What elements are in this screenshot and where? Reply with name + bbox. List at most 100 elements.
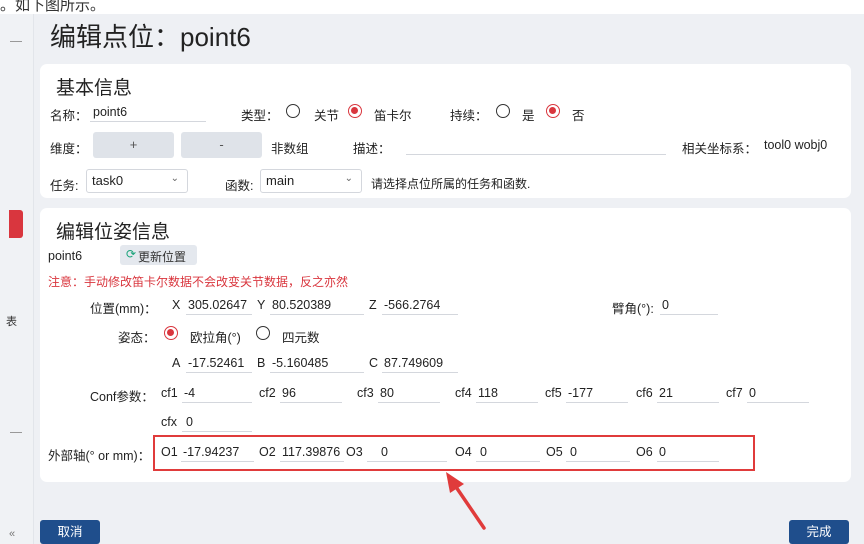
- y-label: Y: [257, 298, 266, 312]
- cf3-label: cf3: [357, 386, 374, 400]
- cf2-value: 96: [282, 386, 296, 400]
- cancel-button[interactable]: 取消: [40, 520, 100, 544]
- cf4-label: cf4: [455, 386, 472, 400]
- x-label: X: [172, 298, 181, 312]
- b-label: B: [257, 356, 266, 370]
- z-input[interactable]: -566.2764: [382, 294, 458, 315]
- function-select[interactable]: main ⌄: [260, 169, 362, 193]
- c-value: 87.749609: [384, 356, 444, 370]
- attitude-quaternion-radio[interactable]: [256, 326, 270, 340]
- done-button[interactable]: 完成: [789, 520, 849, 544]
- annotation-highlight-box: [153, 435, 755, 471]
- type-cartesian-radio[interactable]: [348, 104, 362, 118]
- continuous-no-label: 否: [572, 109, 585, 123]
- x-value: 305.02647: [188, 298, 248, 312]
- name-value: point6: [93, 105, 128, 119]
- a-value: -17.52461: [188, 356, 245, 370]
- cf6-input[interactable]: 21: [657, 382, 719, 403]
- c-label: C: [369, 356, 379, 370]
- cf3-value: 80: [380, 386, 394, 400]
- refresh-icon: ⟳: [126, 247, 137, 261]
- warning-text: 注意：手动修改笛卡尔数据不会改变关节数据，反之亦然: [48, 275, 349, 289]
- a-label: A: [172, 356, 181, 370]
- continuous-yes-radio[interactable]: [496, 104, 510, 118]
- function-select-value: main: [266, 173, 295, 188]
- attitude-euler-label: 欧拉角(°): [190, 331, 241, 345]
- cf6-label: cf6: [636, 386, 653, 400]
- cf7-input[interactable]: 0: [747, 382, 809, 403]
- attitude-euler-radio[interactable]: [164, 326, 178, 340]
- sidebar-divider: [10, 41, 22, 42]
- z-value: -566.2764: [384, 298, 441, 312]
- type-joint-label: 关节: [314, 109, 340, 123]
- position-label: 位置(mm)：: [90, 302, 157, 316]
- cf7-value: 0: [749, 386, 756, 400]
- z-label: Z: [369, 298, 377, 312]
- sidebar-active-indicator[interactable]: [9, 210, 23, 238]
- task-select[interactable]: task0 ⌄: [86, 169, 188, 193]
- y-value: 80.520389: [272, 298, 332, 312]
- document-text-fragment: 。如下图所示。: [0, 0, 106, 14]
- dimension-label: 维度：: [50, 142, 88, 156]
- description-label: 描述：: [353, 142, 391, 156]
- sidebar-item-label[interactable]: 表: [6, 313, 17, 329]
- cfx-label: cfx: [161, 415, 177, 429]
- cf2-input[interactable]: 96: [280, 382, 342, 403]
- annotation-arrow-icon: [446, 472, 486, 530]
- update-position-label: 更新位置: [138, 250, 187, 264]
- chevron-down-icon: ⌄: [344, 173, 353, 184]
- arm-angle-label: 臂角(°):: [612, 302, 654, 316]
- continuous-label: 持续：: [450, 109, 488, 123]
- y-input[interactable]: 80.520389: [270, 294, 364, 315]
- basic-info-title: 基本信息: [56, 78, 133, 99]
- continuous-yes-label: 是: [522, 109, 535, 123]
- cf3-input[interactable]: 80: [378, 382, 440, 403]
- description-input[interactable]: [406, 134, 666, 155]
- task-hint: 请选择点位所属的任务和函数.: [371, 177, 531, 191]
- cf2-label: cf2: [259, 386, 276, 400]
- sidebar-divider: [10, 432, 22, 433]
- coords-value: tool0 wobj0: [764, 138, 828, 152]
- b-input[interactable]: -5.160485: [270, 352, 364, 373]
- attitude-label: 姿态：: [118, 331, 156, 345]
- cfx-value: 0: [186, 415, 193, 429]
- cf1-value: -4: [184, 386, 196, 400]
- dimension-minus-button[interactable]: -: [181, 132, 262, 158]
- b-value: -5.160485: [272, 356, 329, 370]
- function-label: 函数:: [225, 179, 254, 193]
- cf5-value: -177: [568, 386, 594, 400]
- type-label: 类型：: [241, 109, 279, 123]
- left-sidebar: [0, 14, 34, 544]
- attitude-quaternion-label: 四元数: [282, 331, 320, 345]
- type-cartesian-label: 笛卡尔: [374, 109, 412, 123]
- non-array-label: 非数组: [271, 142, 309, 156]
- conf-label: Conf参数：: [90, 390, 154, 404]
- coords-label: 相关坐标系：: [682, 142, 758, 156]
- type-joint-radio[interactable]: [286, 104, 300, 118]
- cf6-value: 21: [659, 386, 673, 400]
- task-label: 任务:: [50, 179, 79, 193]
- continuous-no-radio[interactable]: [546, 104, 560, 118]
- a-input[interactable]: -17.52461: [186, 352, 252, 373]
- collapse-icon[interactable]: «: [9, 528, 15, 540]
- cf5-input[interactable]: -177: [566, 382, 628, 403]
- pose-info-title: 编辑位姿信息: [56, 222, 171, 243]
- cf1-label: cf1: [161, 386, 178, 400]
- cf4-input[interactable]: 118: [476, 382, 538, 403]
- cf4-value: 118: [478, 386, 498, 400]
- cf1-input[interactable]: -4: [182, 382, 252, 403]
- cf7-label: cf7: [726, 386, 743, 400]
- c-input[interactable]: 87.749609: [382, 352, 458, 373]
- external-axis-label: 外部轴(° or mm)：: [48, 449, 151, 463]
- chevron-down-icon: ⌄: [170, 173, 179, 184]
- arm-angle-input[interactable]: 0: [660, 294, 718, 315]
- page-title: 编辑点位：point6: [50, 22, 251, 52]
- update-position-button[interactable]: ⟳ 更新位置: [120, 245, 197, 265]
- dimension-plus-button[interactable]: +: [93, 132, 174, 158]
- cfx-input[interactable]: 0: [182, 411, 252, 432]
- task-select-value: task0: [92, 173, 124, 188]
- arm-angle-value: 0: [662, 298, 669, 312]
- x-input[interactable]: 305.02647: [186, 294, 252, 315]
- cf5-label: cf5: [545, 386, 562, 400]
- point-name: point6: [48, 249, 83, 263]
